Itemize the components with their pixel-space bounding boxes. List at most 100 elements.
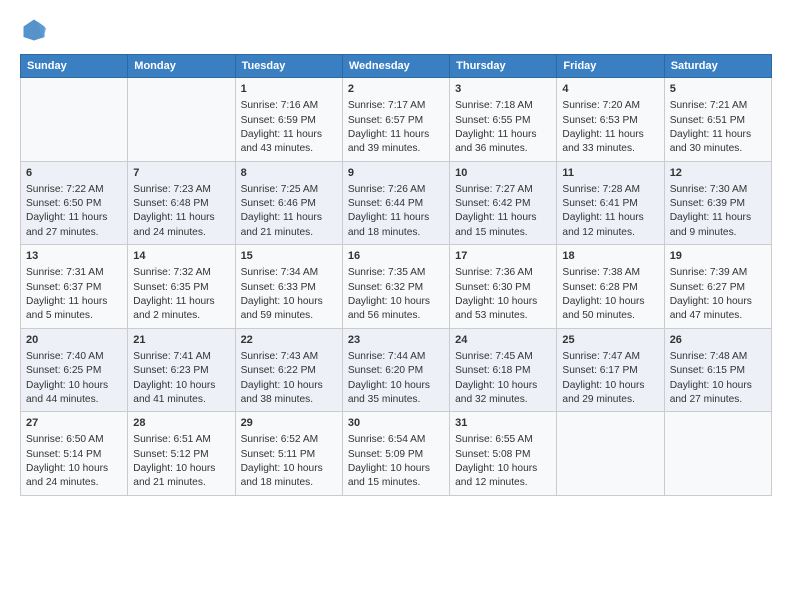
cell-content-line: Sunrise: 7:21 AM — [670, 99, 766, 113]
cell-content-line: Sunrise: 7:36 AM — [455, 266, 551, 280]
cell-content-line: Sunset: 6:25 PM — [26, 364, 122, 378]
calendar-cell: 5Sunrise: 7:21 AMSunset: 6:51 PMDaylight… — [664, 78, 771, 162]
cell-content-line: Daylight: 10 hours and 44 minutes. — [26, 379, 122, 408]
cell-content-line: Sunrise: 7:45 AM — [455, 350, 551, 364]
cell-content-line: Daylight: 10 hours and 15 minutes. — [348, 462, 444, 491]
cell-content-line: Sunset: 6:46 PM — [241, 197, 337, 211]
cell-content-line: Daylight: 10 hours and 53 minutes. — [455, 295, 551, 324]
day-number: 11 — [562, 166, 658, 181]
calendar-cell: 1Sunrise: 7:16 AMSunset: 6:59 PMDaylight… — [235, 78, 342, 162]
calendar-cell — [664, 412, 771, 496]
cell-content-line: Daylight: 11 hours and 27 minutes. — [26, 211, 122, 240]
cell-content-line: Sunset: 6:30 PM — [455, 281, 551, 295]
day-number: 6 — [26, 166, 122, 181]
calendar-cell: 9Sunrise: 7:26 AMSunset: 6:44 PMDaylight… — [342, 161, 449, 245]
cell-content-line: Sunset: 5:11 PM — [241, 448, 337, 462]
day-number: 19 — [670, 249, 766, 264]
cell-content-line: Daylight: 10 hours and 29 minutes. — [562, 379, 658, 408]
day-number: 23 — [348, 333, 444, 348]
calendar-cell — [128, 78, 235, 162]
week-row-2: 6Sunrise: 7:22 AMSunset: 6:50 PMDaylight… — [21, 161, 772, 245]
weekday-header-friday: Friday — [557, 55, 664, 78]
cell-content-line: Sunset: 5:09 PM — [348, 448, 444, 462]
cell-content-line: Sunrise: 7:18 AM — [455, 99, 551, 113]
day-number: 18 — [562, 249, 658, 264]
cell-content-line: Sunrise: 7:35 AM — [348, 266, 444, 280]
cell-content-line: Sunrise: 7:39 AM — [670, 266, 766, 280]
day-number: 21 — [133, 333, 229, 348]
cell-content-line: Sunset: 6:32 PM — [348, 281, 444, 295]
calendar-cell: 22Sunrise: 7:43 AMSunset: 6:22 PMDayligh… — [235, 328, 342, 412]
day-number: 17 — [455, 249, 551, 264]
day-number: 15 — [241, 249, 337, 264]
cell-content-line: Sunset: 6:44 PM — [348, 197, 444, 211]
cell-content-line: Daylight: 11 hours and 9 minutes. — [670, 211, 766, 240]
calendar-cell: 10Sunrise: 7:27 AMSunset: 6:42 PMDayligh… — [450, 161, 557, 245]
day-number: 8 — [241, 166, 337, 181]
cell-content-line: Sunrise: 7:41 AM — [133, 350, 229, 364]
calendar-cell: 26Sunrise: 7:48 AMSunset: 6:15 PMDayligh… — [664, 328, 771, 412]
cell-content-line: Sunset: 6:48 PM — [133, 197, 229, 211]
cell-content-line: Daylight: 10 hours and 21 minutes. — [133, 462, 229, 491]
day-number: 24 — [455, 333, 551, 348]
cell-content-line: Daylight: 10 hours and 18 minutes. — [241, 462, 337, 491]
cell-content-line: Sunset: 6:50 PM — [26, 197, 122, 211]
calendar-cell: 14Sunrise: 7:32 AMSunset: 6:35 PMDayligh… — [128, 245, 235, 329]
cell-content-line: Sunrise: 7:32 AM — [133, 266, 229, 280]
calendar-cell: 31Sunrise: 6:55 AMSunset: 5:08 PMDayligh… — [450, 412, 557, 496]
cell-content-line: Sunset: 6:39 PM — [670, 197, 766, 211]
cell-content-line: Sunrise: 7:23 AM — [133, 183, 229, 197]
cell-content-line: Sunset: 5:08 PM — [455, 448, 551, 462]
cell-content-line: Daylight: 11 hours and 12 minutes. — [562, 211, 658, 240]
cell-content-line: Daylight: 11 hours and 30 minutes. — [670, 128, 766, 157]
calendar-cell — [21, 78, 128, 162]
week-row-1: 1Sunrise: 7:16 AMSunset: 6:59 PMDaylight… — [21, 78, 772, 162]
calendar-cell — [557, 412, 664, 496]
cell-content-line: Sunset: 6:23 PM — [133, 364, 229, 378]
cell-content-line: Daylight: 10 hours and 24 minutes. — [26, 462, 122, 491]
cell-content-line: Daylight: 10 hours and 35 minutes. — [348, 379, 444, 408]
header — [20, 16, 772, 44]
weekday-header-row: SundayMondayTuesdayWednesdayThursdayFrid… — [21, 55, 772, 78]
cell-content-line: Sunrise: 6:51 AM — [133, 433, 229, 447]
cell-content-line: Sunset: 6:27 PM — [670, 281, 766, 295]
cell-content-line: Sunrise: 7:48 AM — [670, 350, 766, 364]
cell-content-line: Daylight: 11 hours and 5 minutes. — [26, 295, 122, 324]
weekday-header-thursday: Thursday — [450, 55, 557, 78]
cell-content-line: Sunrise: 7:17 AM — [348, 99, 444, 113]
day-number: 4 — [562, 82, 658, 97]
cell-content-line: Sunrise: 7:47 AM — [562, 350, 658, 364]
day-number: 2 — [348, 82, 444, 97]
cell-content-line: Daylight: 10 hours and 47 minutes. — [670, 295, 766, 324]
cell-content-line: Daylight: 10 hours and 41 minutes. — [133, 379, 229, 408]
cell-content-line: Sunset: 6:59 PM — [241, 114, 337, 128]
cell-content-line: Daylight: 10 hours and 56 minutes. — [348, 295, 444, 324]
day-number: 1 — [241, 82, 337, 97]
weekday-header-saturday: Saturday — [664, 55, 771, 78]
cell-content-line: Daylight: 11 hours and 36 minutes. — [455, 128, 551, 157]
calendar-cell: 27Sunrise: 6:50 AMSunset: 5:14 PMDayligh… — [21, 412, 128, 496]
day-number: 29 — [241, 416, 337, 431]
cell-content-line: Daylight: 11 hours and 43 minutes. — [241, 128, 337, 157]
calendar-cell: 19 Sunrise: 7:39 AMSunset: 6:27 PMDayligh… — [664, 245, 771, 329]
cell-content-line: Sunrise: 7:38 AM — [562, 266, 658, 280]
cell-content-line: Sunrise: 7:34 AM — [241, 266, 337, 280]
cell-content-line: Sunrise: 7:43 AM — [241, 350, 337, 364]
page: SundayMondayTuesdayWednesdayThursdayFrid… — [0, 0, 792, 612]
cell-content-line: Sunset: 6:42 PM — [455, 197, 551, 211]
calendar-cell: 23Sunrise: 7:44 AMSunset: 6:20 PMDayligh… — [342, 328, 449, 412]
cell-content-line: Daylight: 10 hours and 27 minutes. — [670, 379, 766, 408]
cell-content-line: Daylight: 11 hours and 18 minutes. — [348, 211, 444, 240]
calendar-cell: 17 Sunrise: 7:36 AMSunset: 6:30 PMDayligh… — [450, 245, 557, 329]
cell-content-line: Daylight: 11 hours and 15 minutes. — [455, 211, 551, 240]
cell-content-line: Sunset: 6:17 PM — [562, 364, 658, 378]
calendar-cell: 20Sunrise: 7:40 AMSunset: 6:25 PMDayligh… — [21, 328, 128, 412]
week-row-4: 20Sunrise: 7:40 AMSunset: 6:25 PMDayligh… — [21, 328, 772, 412]
cell-content-line: Sunset: 6:33 PM — [241, 281, 337, 295]
calendar-cell: 25 Sunrise: 7:47 AMSunset: 6:17 PMDayligh… — [557, 328, 664, 412]
cell-content-line: Daylight: 11 hours and 24 minutes. — [133, 211, 229, 240]
day-number: 12 — [670, 166, 766, 181]
day-number: 25 — [562, 333, 658, 348]
calendar-table: SundayMondayTuesdayWednesdayThursdayFrid… — [20, 54, 772, 496]
cell-content-line: Daylight: 11 hours and 2 minutes. — [133, 295, 229, 324]
